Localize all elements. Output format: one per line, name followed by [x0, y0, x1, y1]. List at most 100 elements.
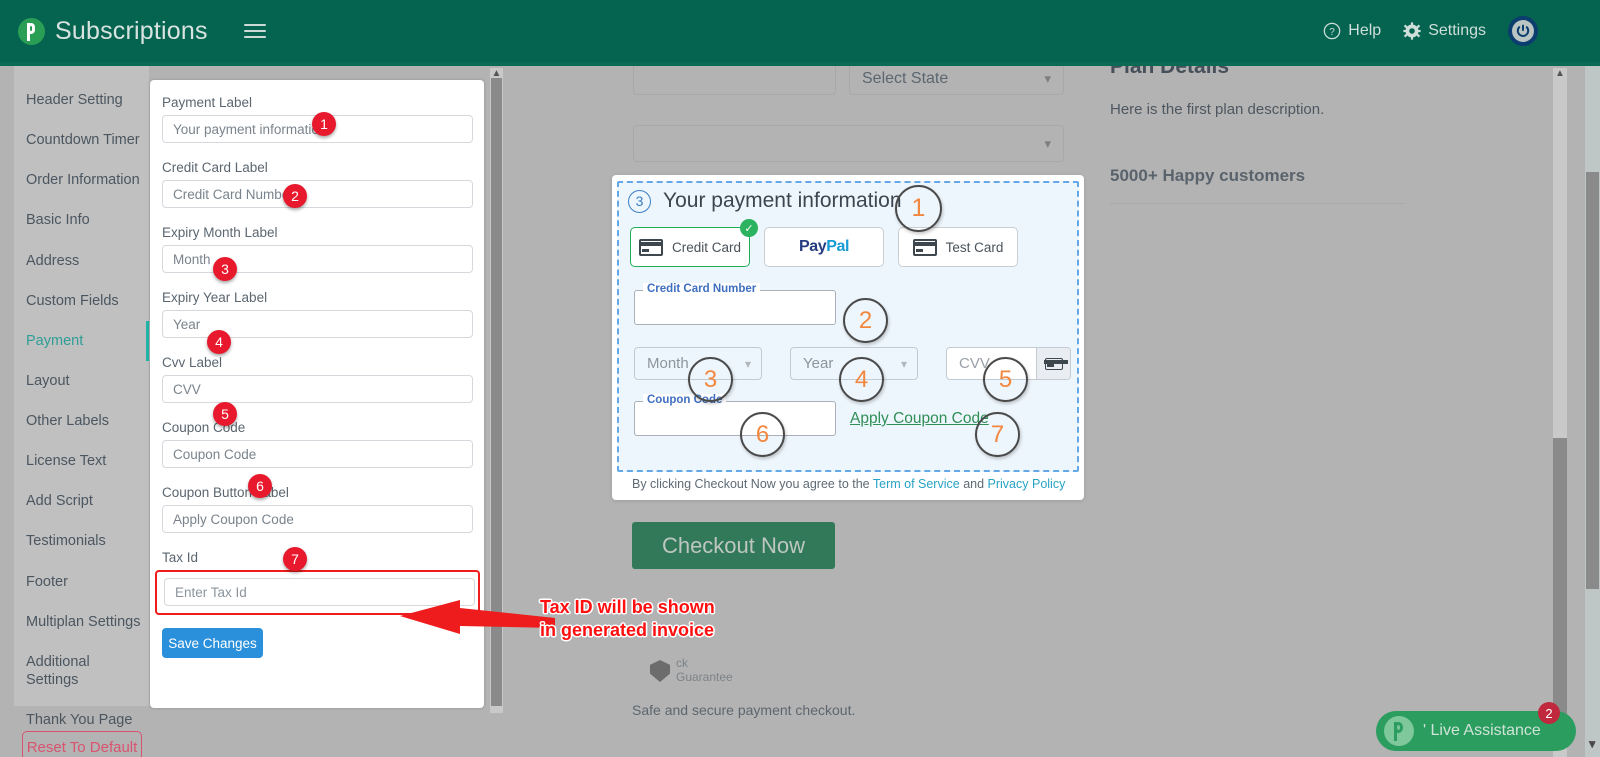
header-rule — [0, 62, 1600, 66]
expiry-month-value: Month — [647, 355, 689, 372]
credit-card-label-label: Credit Card Label — [162, 160, 268, 175]
sidebar-item-address[interactable]: Address — [14, 241, 149, 281]
header-actions: ? Help Settings — [1323, 16, 1538, 46]
happy-customers-text: 5000+ Happy customers — [1110, 166, 1306, 185]
sidebar-item-countdown-timer[interactable]: Countdown Timer — [14, 120, 149, 160]
live-assistance-label: ' Live Assistance — [1423, 722, 1541, 739]
credit-card-number-legend: Credit Card Number — [643, 283, 761, 295]
help-button[interactable]: ? Help — [1323, 22, 1381, 40]
sidebar-item-license-text[interactable]: License Text — [14, 441, 149, 481]
power-icon — [1512, 20, 1534, 42]
marker-7: 7 — [975, 412, 1020, 457]
plan-description: Here is the first plan description. — [1110, 101, 1325, 118]
chevron-down-icon: ▾ — [1044, 70, 1051, 86]
preview-scrollbar-thumb[interactable] — [1553, 438, 1567, 723]
payment-method-paypal[interactable]: PayPal — [764, 227, 884, 267]
expiry-year-label-label: Expiry Year Label — [162, 290, 268, 305]
payment-method-label: Test Card — [945, 239, 1004, 255]
apply-coupon-code-link[interactable]: Apply Coupon Code — [850, 410, 989, 428]
annotation-arrow — [400, 600, 555, 634]
app-title: Subscriptions — [55, 16, 208, 45]
preview-blank-select[interactable]: ▾ — [633, 125, 1064, 162]
chevron-down-icon[interactable]: ▼ — [1586, 737, 1598, 751]
checkout-now-button[interactable]: Checkout Now — [632, 522, 835, 569]
live-assistance-widget[interactable]: ' Live Assistance 2 — [1376, 702, 1576, 751]
sidebar-item-header-setting[interactable]: Header Setting — [14, 80, 149, 120]
app-root: Select State ▾ ▾ 3 Your payment informat… — [0, 0, 1600, 757]
secure-guarantee-badge: ck Guarantee — [632, 654, 752, 688]
brand: Subscriptions — [18, 17, 208, 46]
state-select[interactable]: Select State ▾ — [849, 62, 1064, 95]
logo-icon — [18, 17, 45, 45]
payment-heading: Your payment information — [663, 189, 902, 212]
credit-card-icon — [638, 238, 663, 256]
marker-2: 2 — [843, 298, 888, 343]
annotation-text: Tax ID will be shown in generated invoic… — [540, 597, 715, 640]
sidebar-item-order-information[interactable]: Order Information — [14, 160, 149, 200]
secure-badge-sub: Guarantee — [676, 670, 733, 684]
secure-badge-top: ck — [676, 656, 688, 670]
coupon-button-label-input[interactable]: Apply Coupon Code — [162, 505, 473, 533]
sidebar-item-additional-settings[interactable]: Additional Settings — [14, 642, 106, 700]
reset-to-default-button[interactable]: Reset To Default — [22, 731, 142, 757]
scroll-up-icon[interactable]: ▲ — [1554, 68, 1566, 79]
payment-method-test-card[interactable]: Test Card — [898, 227, 1018, 267]
term-of-service-link[interactable]: Term of Service — [873, 477, 960, 491]
marker-4: 4 — [839, 357, 884, 402]
sidebar-item-other-labels[interactable]: Other Labels — [14, 401, 149, 441]
help-label: Help — [1348, 22, 1382, 39]
settings-button[interactable]: Settings — [1403, 22, 1486, 40]
terms-prefix: By clicking Checkout Now you agree to th… — [632, 477, 873, 491]
chevron-down-icon: ▾ — [900, 356, 907, 371]
save-changes-button[interactable]: Save Changes — [162, 628, 263, 658]
preview-blank-input[interactable] — [633, 62, 836, 95]
sidebar-item-custom-fields[interactable]: Custom Fields — [14, 281, 149, 321]
payment-header: 3 Your payment information — [612, 175, 1084, 213]
settings-sidebar: Header Setting Countdown Timer Order Inf… — [14, 66, 149, 728]
marker-badge-5: 5 — [213, 402, 237, 426]
sidebar-item-footer[interactable]: Footer — [14, 562, 149, 602]
window-scrollbar-thumb[interactable] — [1586, 172, 1599, 589]
coupon-code-label: Coupon Code — [162, 420, 246, 435]
marker-3: 3 — [688, 357, 733, 402]
plan-details-panel: Plan Details Here is the first plan desc… — [1110, 55, 1440, 204]
credit-card-icon — [1036, 348, 1070, 379]
state-select-value: Select State — [862, 69, 949, 87]
power-button[interactable] — [1508, 16, 1538, 46]
check-icon: ✓ — [740, 219, 758, 237]
app-header: Subscriptions ? Help Settings — [0, 0, 1600, 62]
terms-middle: and — [959, 477, 988, 491]
sidebar-item-testimonials[interactable]: Testimonials — [14, 521, 149, 561]
sidebar-item-add-script[interactable]: Add Script — [14, 481, 149, 521]
scroll-up-icon[interactable]: ▲ — [491, 68, 502, 79]
live-assistance-badge: 2 — [1538, 702, 1560, 724]
marker-5: 5 — [983, 357, 1028, 402]
chevron-down-icon: ▾ — [1044, 135, 1051, 151]
privacy-policy-link[interactable]: Privacy Policy — [988, 477, 1066, 491]
cvv-label-input[interactable]: CVV — [162, 375, 473, 403]
coupon-code-input[interactable]: Coupon Code — [162, 440, 473, 468]
coupon-button-label-label: Coupon Button Label — [162, 485, 289, 500]
marker-1: 1 — [895, 185, 942, 232]
marker-6: 6 — [740, 412, 785, 457]
sidebar-item-basic-info[interactable]: Basic Info — [14, 200, 149, 240]
payment-method-label: Credit Card — [671, 239, 742, 255]
hamburger-icon[interactable] — [243, 20, 266, 42]
sidebar-item-multiplan-settings[interactable]: Multiplan Settings — [14, 602, 149, 642]
expiry-year-value: Year — [803, 355, 834, 372]
expiry-month-label-input[interactable]: Month — [162, 245, 473, 273]
tax-id-label: Tax Id — [162, 550, 199, 565]
credit-card-label-input[interactable]: Credit Card Number — [162, 180, 473, 208]
gear-icon — [1403, 22, 1421, 40]
svg-text:?: ? — [1330, 27, 1336, 38]
sidebar-item-layout[interactable]: Layout — [14, 361, 149, 401]
sidebar-item-payment[interactable]: Payment — [14, 320, 149, 361]
safe-secure-text: Safe and secure payment checkout. — [632, 702, 856, 718]
marker-badge-1: 1 — [312, 112, 336, 136]
coupon-code-input[interactable] — [634, 401, 836, 436]
credit-card-number-input[interactable] — [634, 290, 836, 325]
cvv-label-label: Cvv Label — [162, 355, 223, 370]
marker-badge-2: 2 — [283, 184, 307, 208]
step-number: 3 — [628, 189, 651, 213]
payment-method-credit-card[interactable]: Credit Card ✓ — [630, 219, 758, 267]
